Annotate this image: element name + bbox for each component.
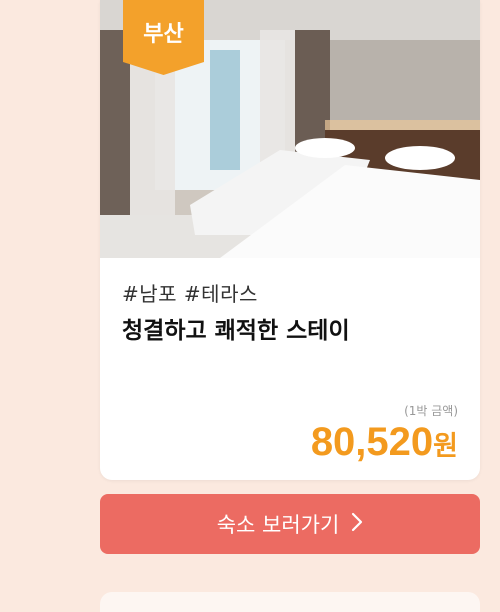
accommodation-title: 청결하고 쾌적한 스테이 [122,318,350,344]
view-accommodation-label: 숙소 보러가기 [216,513,340,537]
next-card-peek [100,592,480,612]
hashtags: #남포 #테라스 [122,282,258,306]
price: 80,520원 [311,420,458,465]
region-badge-label: 부산 [143,22,184,47]
price-unit: 원 [433,431,458,462]
view-accommodation-button[interactable]: 숙소 보러가기 [100,494,480,554]
price-amount: 80,520 [310,420,434,464]
accommodation-card[interactable]: 부산 #남포 #테라스 청결하고 쾌적한 스테이 (1박 금액) 80,520원 [100,0,480,480]
region-badge: 부산 [123,0,204,75]
chevron-right-icon [351,512,363,537]
price-note: (1박 금액) [404,404,458,418]
